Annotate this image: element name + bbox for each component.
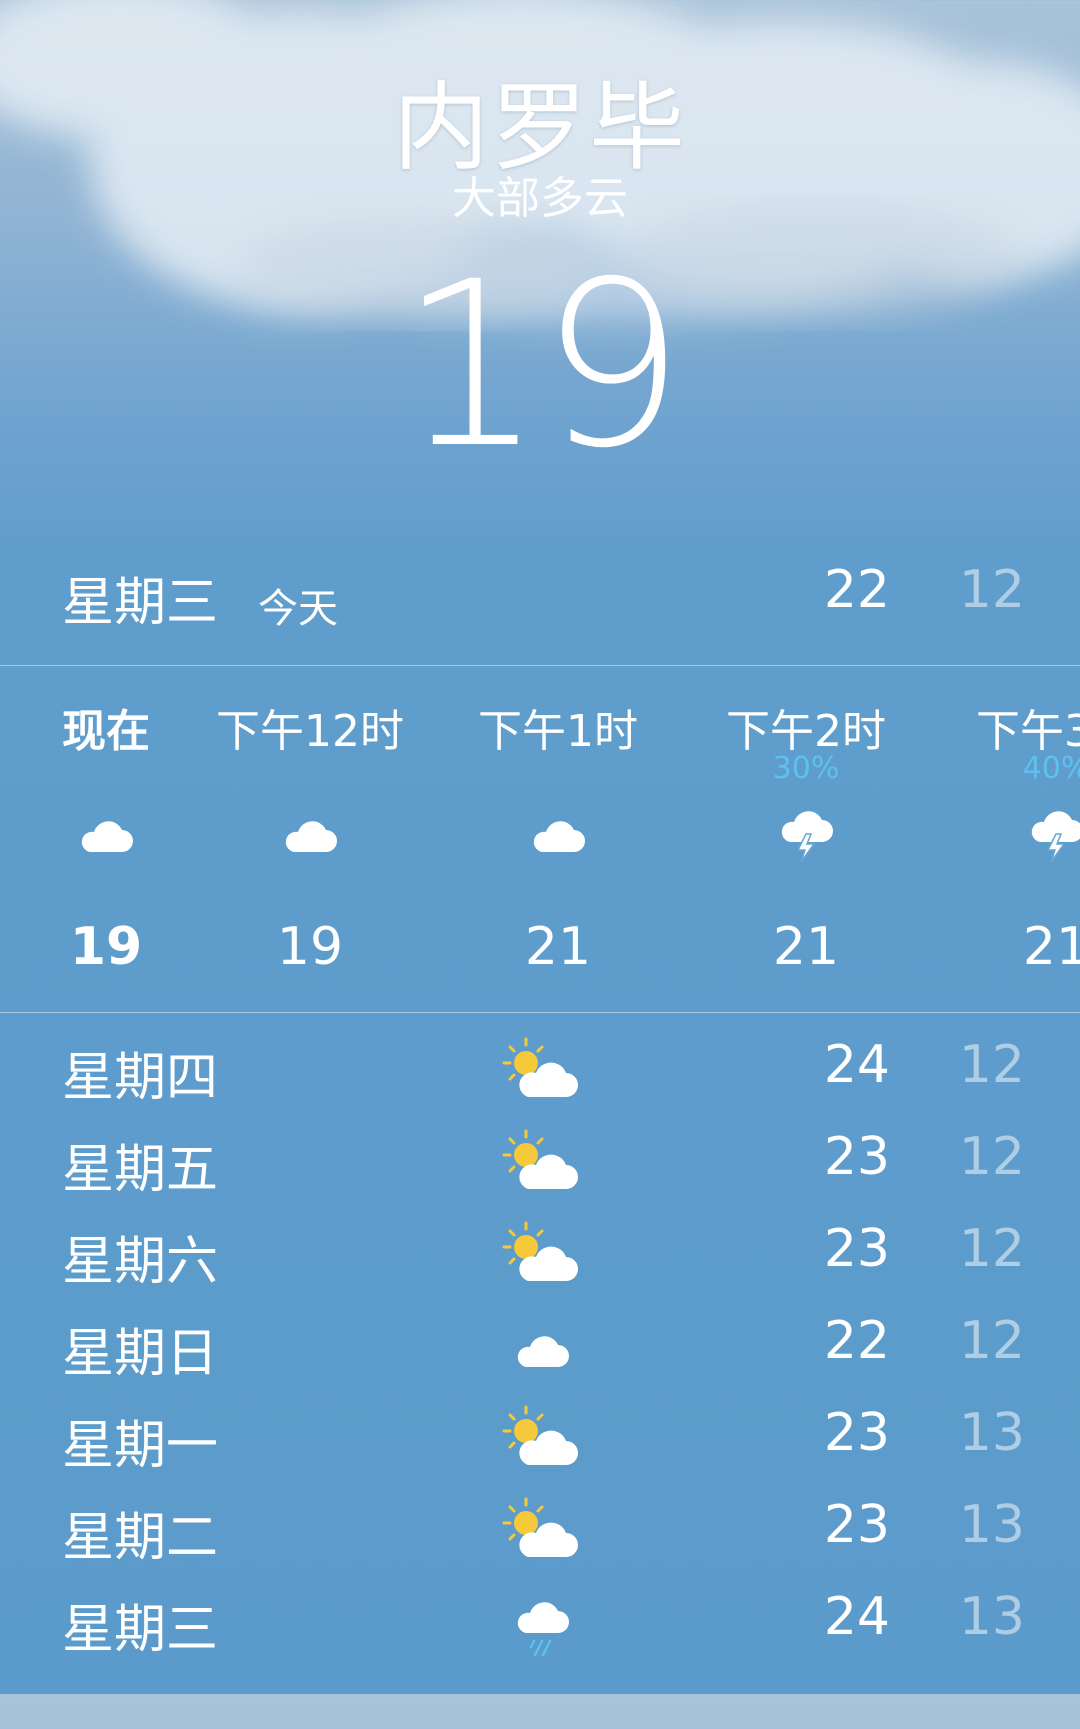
weather-condition: 大部多云 xyxy=(452,173,628,224)
day-name: 星期三 xyxy=(62,1600,219,1660)
day-name: 星期二 xyxy=(62,1508,219,1568)
day-high: 23 xyxy=(823,1495,890,1555)
hourly-item: 下午2时 30% 21 xyxy=(706,695,906,977)
list-item: 星期五 23 12 xyxy=(0,1117,1080,1209)
current-temperature: 19 xyxy=(398,232,685,498)
day-name: 星期四 xyxy=(62,1048,219,1108)
day-low: 13 xyxy=(958,1587,1025,1647)
hour-precip xyxy=(210,751,410,791)
today-day-name: 星期三 xyxy=(62,573,219,633)
partly-sunny-icon xyxy=(502,1405,578,1465)
hour-temp: 19 xyxy=(69,917,143,977)
cloud-icon xyxy=(517,1336,569,1367)
list-item: 星期一 23 13 xyxy=(0,1393,1080,1485)
today-low: 12 xyxy=(958,560,1025,620)
hour-label: 现在 xyxy=(62,706,150,757)
day-low: 12 xyxy=(958,1219,1025,1279)
day-name: 星期六 xyxy=(62,1232,219,1292)
list-item: 星期日 22 12 xyxy=(0,1301,1080,1393)
hour-precip: 40% xyxy=(1022,751,1080,786)
day-name: 星期一 xyxy=(62,1416,219,1476)
day-high: 23 xyxy=(823,1127,890,1187)
list-item-partial xyxy=(0,1669,1080,1729)
partly-sunny-icon xyxy=(502,1037,578,1097)
hour-precip xyxy=(458,751,658,791)
daily-forecast[interactable]: 星期四 24 12 星期五 23 12 星期六 23 12 星期日 22 12 … xyxy=(0,1025,1080,1729)
day-high: 22 xyxy=(823,1311,890,1371)
day-low: 13 xyxy=(958,1495,1025,1555)
hour-precip xyxy=(6,751,206,791)
thunderstorm-icon xyxy=(956,791,1080,881)
list-item: 星期四 24 12 xyxy=(0,1025,1080,1117)
day-low: 12 xyxy=(958,1127,1025,1187)
hour-precip: 30% xyxy=(772,751,840,786)
list-item: 星期三 24 13 xyxy=(0,1577,1080,1669)
list-item: 星期二 23 13 xyxy=(0,1485,1080,1577)
day-high: 24 xyxy=(823,1035,890,1095)
day-high: 24 xyxy=(823,1587,890,1647)
hour-temp: 21 xyxy=(772,917,840,977)
hour-label: 下午3时 xyxy=(976,706,1080,757)
divider-bottom xyxy=(0,1012,1080,1013)
thunderstorm-icon xyxy=(706,791,906,881)
hour-temp: 21 xyxy=(524,917,592,977)
day-high: 23 xyxy=(823,1219,890,1279)
hour-label: 下午12时 xyxy=(216,706,404,757)
partly-sunny-icon xyxy=(502,1221,578,1281)
day-high: 23 xyxy=(823,1403,890,1463)
hour-label: 下午2时 xyxy=(726,706,886,757)
hourly-item: 下午12时 19 xyxy=(210,695,410,977)
cloud-icon xyxy=(6,791,206,881)
rain-icon xyxy=(517,1602,569,1657)
partly-sunny-icon xyxy=(502,1129,578,1189)
hour-temp: 21 xyxy=(1022,917,1080,977)
day-name: 星期五 xyxy=(62,1140,219,1200)
hourly-item: 下午1时 21 xyxy=(458,695,658,977)
today-summary: 星期三 今天 22 12 xyxy=(0,560,1080,633)
day-low: 12 xyxy=(958,1311,1025,1371)
hour-label: 下午1时 xyxy=(478,706,638,757)
cloud-icon xyxy=(458,791,658,881)
hour-temp: 19 xyxy=(276,917,344,977)
day-low: 13 xyxy=(958,1403,1025,1463)
day-low: 12 xyxy=(958,1035,1025,1095)
partly-sunny-icon xyxy=(502,1497,578,1557)
hourly-item: 现在 19 xyxy=(6,695,206,977)
today-high: 22 xyxy=(823,560,890,620)
list-item: 星期六 23 12 xyxy=(0,1209,1080,1301)
hourly-forecast[interactable]: 现在 19 下午12时 19 下午1时 21 下午2时 30% 21 下午3时 … xyxy=(0,665,1080,1005)
day-name: 星期日 xyxy=(62,1324,219,1384)
cloud-icon xyxy=(210,791,410,881)
today-label: 今天 xyxy=(258,586,338,632)
hourly-item: 下午3时 40% 21 xyxy=(956,695,1080,977)
